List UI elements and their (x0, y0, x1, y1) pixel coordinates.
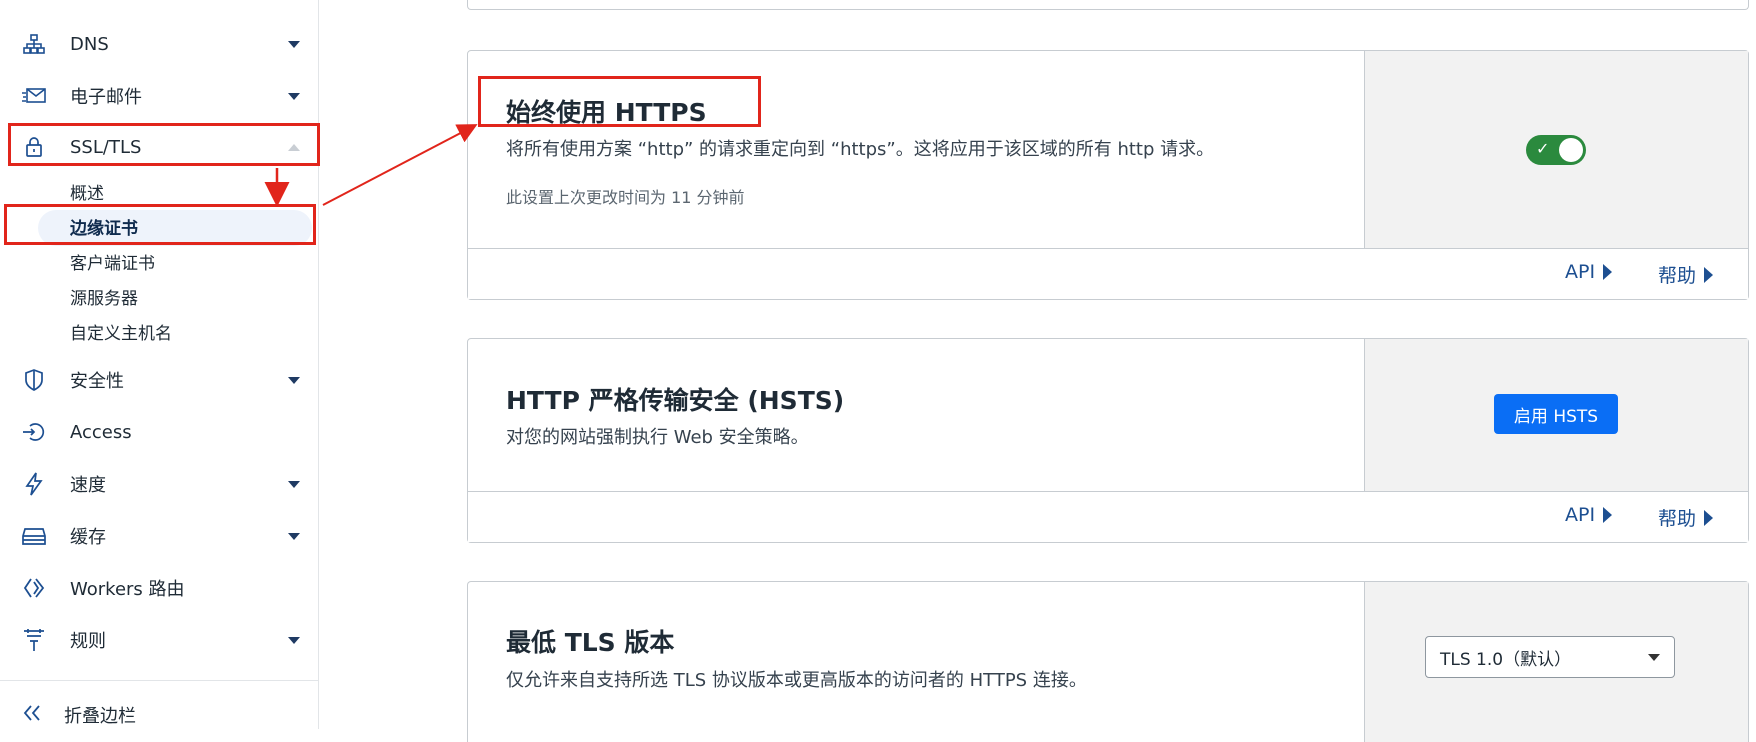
annotation-arrows (264, 124, 478, 207)
annotation-arrow-to-card (322, 124, 478, 206)
